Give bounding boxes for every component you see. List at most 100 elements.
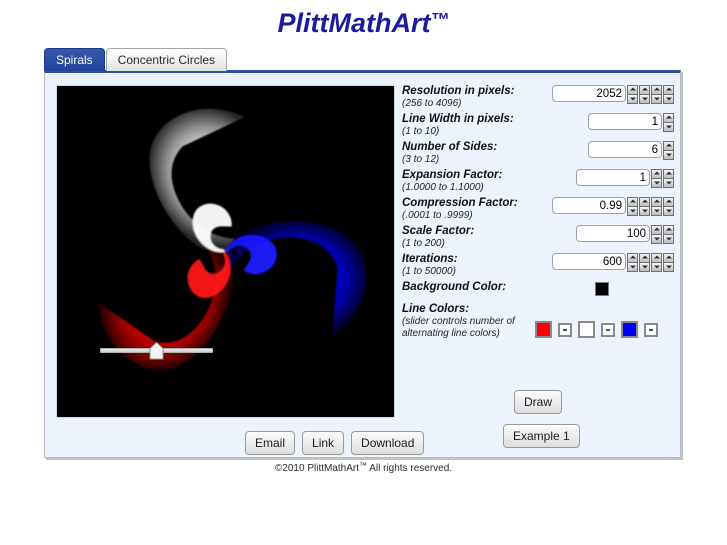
- scale-factor-input[interactable]: [576, 225, 650, 242]
- expansion-factor-field: [576, 169, 674, 188]
- expansion-factor-spinner-2[interactable]: [663, 169, 674, 188]
- control-row-line-colors: Line Colors: (slider controls number of …: [402, 303, 674, 349]
- resolution-input[interactable]: [552, 85, 626, 102]
- scale-factor-spinner-2[interactable]: [663, 225, 674, 244]
- draw-button[interactable]: Draw: [514, 390, 563, 414]
- tab-spirals-label: Spirals: [56, 53, 93, 67]
- compression-factor-spinner-1[interactable]: [627, 197, 638, 216]
- spinner-up-icon[interactable]: [627, 197, 638, 206]
- control-row-iterations: Iterations: (1 to 50000): [402, 253, 674, 279]
- spinner-down-icon[interactable]: [663, 94, 674, 104]
- spiral-graphic: [57, 86, 394, 417]
- spinner-up-icon[interactable]: [639, 253, 650, 262]
- spinner-down-icon[interactable]: [663, 150, 674, 160]
- control-row-resolution: Resolution in pixels: (256 to 4096): [402, 85, 674, 111]
- expansion-factor-spinner-1[interactable]: [651, 169, 662, 188]
- control-row-number-of-sides: Number of Sides: (3 to 12): [402, 141, 674, 167]
- line-color-swatch-2-disabled[interactable]: [558, 322, 572, 337]
- example-button[interactable]: Example 1: [503, 424, 580, 448]
- slider-thumb[interactable]: [149, 341, 164, 360]
- spinner-up-icon[interactable]: [639, 197, 650, 206]
- compression-factor-spinner-2[interactable]: [639, 197, 650, 216]
- iterations-spinner-2[interactable]: [639, 253, 650, 272]
- expansion-factor-input[interactable]: [576, 169, 650, 186]
- spinner-up-icon[interactable]: [663, 141, 674, 150]
- iterations-spinner-4[interactable]: [663, 253, 674, 272]
- link-button[interactable]: Link: [302, 431, 345, 455]
- spinner-up-icon[interactable]: [651, 225, 662, 234]
- compression-factor-spinner-4[interactable]: [663, 197, 674, 216]
- resolution-spinners: [626, 85, 674, 104]
- copyright-suffix: All rights reserved.: [367, 463, 453, 474]
- line-colors-slider[interactable]: [100, 341, 213, 361]
- control-row-compression-factor: Compression Factor: (.0001 to .9999): [402, 197, 674, 223]
- spinner-up-icon[interactable]: [663, 113, 674, 122]
- compression-factor-spinners: [626, 197, 674, 216]
- spinner-up-icon[interactable]: [651, 197, 662, 206]
- spinner-down-icon[interactable]: [651, 178, 662, 188]
- control-row-background-color: Background Color:: [402, 281, 674, 301]
- background-color-swatch[interactable]: [595, 282, 609, 296]
- controls-column: Resolution in pixels: (256 to 4096) Line…: [402, 85, 674, 351]
- number-of-sides-field: [588, 141, 674, 160]
- tab-concentric-circles[interactable]: Concentric Circles: [105, 48, 228, 71]
- iterations-spinner-1[interactable]: [627, 253, 638, 272]
- email-button[interactable]: Email: [245, 431, 296, 455]
- resolution-spinner-3[interactable]: [651, 85, 662, 104]
- spinner-up-icon[interactable]: [651, 253, 662, 262]
- resolution-spinner-2[interactable]: [639, 85, 650, 104]
- spinner-down-icon[interactable]: [663, 206, 674, 216]
- spinner-down-icon[interactable]: [627, 262, 638, 272]
- resolution-spinner-1[interactable]: [627, 85, 638, 104]
- spinner-up-icon[interactable]: [663, 197, 674, 206]
- tab-spirals[interactable]: Spirals: [44, 48, 105, 71]
- line-color-swatch-4-disabled[interactable]: [601, 322, 615, 337]
- compression-factor-input[interactable]: [552, 197, 626, 214]
- spinner-down-icon[interactable]: [663, 122, 674, 132]
- spinner-up-icon[interactable]: [651, 169, 662, 178]
- spinner-down-icon[interactable]: [663, 178, 674, 188]
- number-of-sides-input[interactable]: [588, 141, 662, 158]
- spinner-up-icon[interactable]: [663, 253, 674, 262]
- spinner-up-icon[interactable]: [663, 85, 674, 94]
- line-color-swatch-3[interactable]: [578, 321, 595, 338]
- spinner-up-icon[interactable]: [651, 85, 662, 94]
- line-color-swatch-6-disabled[interactable]: [644, 322, 658, 337]
- resolution-spinner-4[interactable]: [663, 85, 674, 104]
- spinner-down-icon[interactable]: [651, 234, 662, 244]
- line-color-swatch-5[interactable]: [621, 321, 638, 338]
- spinner-up-icon[interactable]: [663, 225, 674, 234]
- iterations-input[interactable]: [552, 253, 626, 270]
- slider-thumb-icon: [149, 341, 164, 360]
- download-button[interactable]: Download: [351, 431, 425, 455]
- spinner-up-icon[interactable]: [627, 253, 638, 262]
- trademark-symbol: ™: [430, 10, 450, 31]
- background-color-label: Background Color:: [402, 281, 507, 293]
- spinner-up-icon[interactable]: [627, 85, 638, 94]
- spinner-down-icon[interactable]: [639, 206, 650, 216]
- iterations-spinner-3[interactable]: [651, 253, 662, 272]
- action-buttons: Email Link Download: [245, 431, 425, 455]
- spinner-down-icon[interactable]: [651, 94, 662, 104]
- number-of-sides-spinner-1[interactable]: [663, 141, 674, 160]
- line-color-swatch-1[interactable]: [535, 321, 552, 338]
- spinner-down-icon[interactable]: [663, 234, 674, 244]
- spinner-up-icon[interactable]: [639, 85, 650, 94]
- spinner-down-icon[interactable]: [627, 94, 638, 104]
- page-title: PlittMathArt™: [0, 0, 727, 38]
- resolution-field: [552, 85, 674, 104]
- line-width-spinner-1[interactable]: [663, 113, 674, 132]
- spinner-up-icon[interactable]: [663, 169, 674, 178]
- spinner-down-icon[interactable]: [639, 262, 650, 272]
- spinner-down-icon[interactable]: [627, 206, 638, 216]
- scale-factor-spinner-1[interactable]: [651, 225, 662, 244]
- scale-factor-field: [576, 225, 674, 244]
- line-width-input[interactable]: [588, 113, 662, 130]
- artwork-canvas[interactable]: [56, 85, 395, 418]
- spinner-down-icon[interactable]: [651, 262, 662, 272]
- spinner-down-icon[interactable]: [663, 262, 674, 272]
- spinner-down-icon[interactable]: [651, 206, 662, 216]
- page-title-text: PlittMathArt: [277, 8, 431, 38]
- spinner-down-icon[interactable]: [639, 94, 650, 104]
- compression-factor-spinner-3[interactable]: [651, 197, 662, 216]
